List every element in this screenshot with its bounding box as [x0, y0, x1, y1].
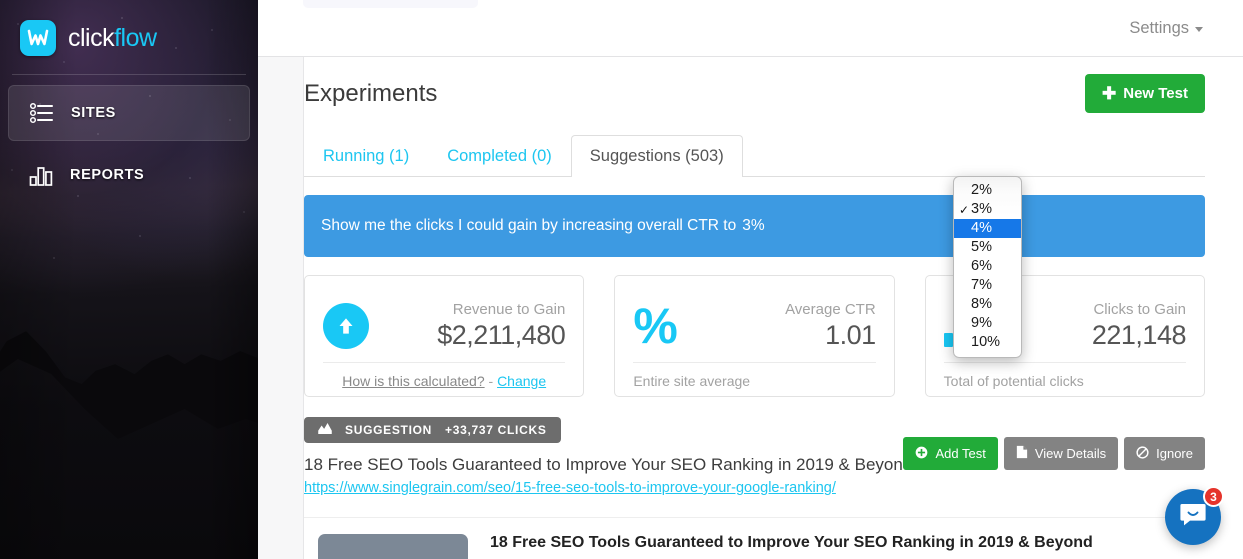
- tab-suggestions[interactable]: Suggestions (503): [571, 135, 743, 177]
- brand-wordmark: clickflow: [68, 26, 157, 51]
- dropdown-option-2[interactable]: 2%: [954, 181, 1021, 200]
- footer-separator: -: [489, 373, 494, 389]
- sidebar-item-reports[interactable]: REPORTS: [8, 147, 250, 203]
- top-header-bar: Settings: [258, 0, 1243, 57]
- suggestion-url[interactable]: https://www.singlegrain.com/seo/15-free-…: [304, 480, 836, 496]
- brand-logo[interactable]: clickflow: [0, 0, 258, 60]
- preview-title: 18 Free SEO Tools Guaranteed to Improve …: [490, 534, 1243, 552]
- how-calculated-link[interactable]: How is this calculated?: [342, 373, 484, 389]
- brand-word-flow: flow: [114, 24, 156, 52]
- dropdown-option-4[interactable]: 4%: [954, 219, 1021, 238]
- card-label: Average CTR: [785, 301, 876, 318]
- dropdown-option-label: 3%: [971, 202, 992, 217]
- sidebar-item-sites[interactable]: SITES: [8, 85, 250, 141]
- card-top: Revenue to Gain $2,211,480: [323, 290, 565, 362]
- ban-icon: [1136, 446, 1149, 462]
- new-test-button[interactable]: ✚ New Test: [1085, 74, 1205, 113]
- ignore-label: Ignore: [1156, 446, 1193, 461]
- sidebar-item-label: SITES: [71, 105, 116, 121]
- page-content: Experiments ✚ New Test Running (1) Compl…: [258, 57, 1243, 559]
- brand-word-click: click: [68, 24, 114, 52]
- dropdown-option-label: 8%: [971, 297, 992, 312]
- experiment-tabs: Running (1) Completed (0) Suggestions (5…: [304, 135, 1205, 177]
- ignore-button[interactable]: Ignore: [1124, 437, 1205, 470]
- sidebar-divider: [12, 74, 246, 75]
- bar-chart-icon: [26, 160, 56, 190]
- card-value: 1.01: [785, 320, 876, 351]
- suggestion-badge-clicks: +33,737 CLICKS: [445, 423, 547, 437]
- ctr-banner: Show me the clicks I could gain by incre…: [304, 195, 1205, 257]
- card-value: $2,211,480: [437, 320, 565, 351]
- card-meta: Clicks to Gain 221,148: [1092, 301, 1186, 351]
- ctr-percent-dropdown[interactable]: 2% 3% 4% 5% 6% 7% 8% 9% 10%: [953, 176, 1022, 358]
- header-partial-panel: [303, 0, 478, 8]
- clickflow-logo-icon: [20, 20, 56, 56]
- add-test-button[interactable]: Add Test: [903, 437, 997, 470]
- card-meta: Revenue to Gain $2,211,480: [437, 301, 565, 351]
- dropdown-option-6[interactable]: 6%: [954, 257, 1021, 276]
- ctr-banner-select[interactable]: 3%: [742, 217, 764, 235]
- card-average-ctr: % Average CTR 1.01 Entire site average: [614, 275, 894, 397]
- dropdown-option-5[interactable]: 5%: [954, 238, 1021, 257]
- card-label: Clicks to Gain: [1092, 301, 1186, 318]
- card-footer: How is this calculated? - Change: [323, 362, 565, 389]
- preview-text: 18 Free SEO Tools Guaranteed to Improve …: [490, 534, 1243, 559]
- page-title: Experiments: [304, 80, 437, 108]
- sidebar: clickflow SITES: [0, 0, 258, 559]
- tab-completed[interactable]: Completed (0): [428, 135, 571, 177]
- card-top: % Average CTR 1.01: [633, 290, 875, 362]
- document-icon: [1016, 445, 1028, 462]
- dropdown-option-label: 2%: [971, 183, 992, 198]
- metric-cards: Revenue to Gain $2,211,480 How is this c…: [304, 275, 1205, 397]
- preview-thumbnail: [318, 534, 468, 559]
- view-details-button[interactable]: View Details: [1004, 437, 1118, 470]
- add-test-label: Add Test: [935, 446, 985, 461]
- dropdown-option-label: 10%: [971, 335, 1000, 350]
- area-chart-icon: [318, 423, 332, 437]
- app-root: clickflow SITES: [0, 0, 1243, 559]
- tab-running[interactable]: Running (1): [304, 135, 428, 177]
- settings-menu[interactable]: Settings: [1129, 19, 1203, 38]
- card-value: 221,148: [1092, 320, 1186, 351]
- dropdown-option-label: 7%: [971, 278, 992, 293]
- chat-unread-badge: 3: [1203, 486, 1224, 507]
- card-revenue-to-gain: Revenue to Gain $2,211,480 How is this c…: [304, 275, 584, 397]
- card-footer: Total of potential clicks: [944, 362, 1186, 389]
- dropdown-option-8[interactable]: 8%: [954, 295, 1021, 314]
- plus-circle-icon: [915, 446, 928, 462]
- chat-widget-button[interactable]: 3: [1165, 489, 1221, 545]
- suggestion-preview: 18 Free SEO Tools Guaranteed to Improve …: [304, 517, 1205, 559]
- plus-icon: ✚: [1102, 85, 1116, 102]
- suggestion-badge-label: SUGGESTION: [345, 423, 432, 437]
- dropdown-option-3[interactable]: 3%: [954, 200, 1021, 219]
- view-details-label: View Details: [1035, 446, 1106, 461]
- arrow-up-circle-icon: [323, 303, 369, 349]
- dropdown-option-label: 6%: [971, 259, 992, 274]
- card-meta: Average CTR 1.01: [785, 301, 876, 351]
- card-footer: Entire site average: [633, 362, 875, 389]
- new-test-label: New Test: [1123, 85, 1188, 102]
- sidebar-item-label: REPORTS: [70, 167, 144, 183]
- dropdown-option-9[interactable]: 9%: [954, 314, 1021, 333]
- card-label: Revenue to Gain: [437, 301, 565, 318]
- ctr-banner-text: Show me the clicks I could gain by incre…: [321, 217, 736, 235]
- suggestion-row: SUGGESTION +33,737 CLICKS Add Test: [304, 417, 1205, 497]
- main-area: Settings Experiments ✚ New Test Running …: [258, 0, 1243, 559]
- dropdown-option-label: 9%: [971, 316, 992, 331]
- percent-icon: %: [633, 301, 675, 351]
- suggestion-badge: SUGGESTION +33,737 CLICKS: [304, 417, 561, 443]
- suggestion-actions: Add Test View Details: [903, 437, 1205, 470]
- chat-bubble-icon: [1179, 502, 1207, 533]
- dropdown-option-7[interactable]: 7%: [954, 276, 1021, 295]
- chevron-down-icon: [1195, 27, 1203, 32]
- settings-label: Settings: [1129, 19, 1189, 38]
- page-header: Experiments ✚ New Test: [304, 57, 1205, 113]
- list-icon: [27, 98, 57, 128]
- change-link[interactable]: Change: [497, 373, 546, 389]
- dropdown-option-label: 4%: [971, 221, 992, 236]
- dropdown-option-10[interactable]: 10%: [954, 333, 1021, 352]
- dropdown-option-label: 5%: [971, 240, 992, 255]
